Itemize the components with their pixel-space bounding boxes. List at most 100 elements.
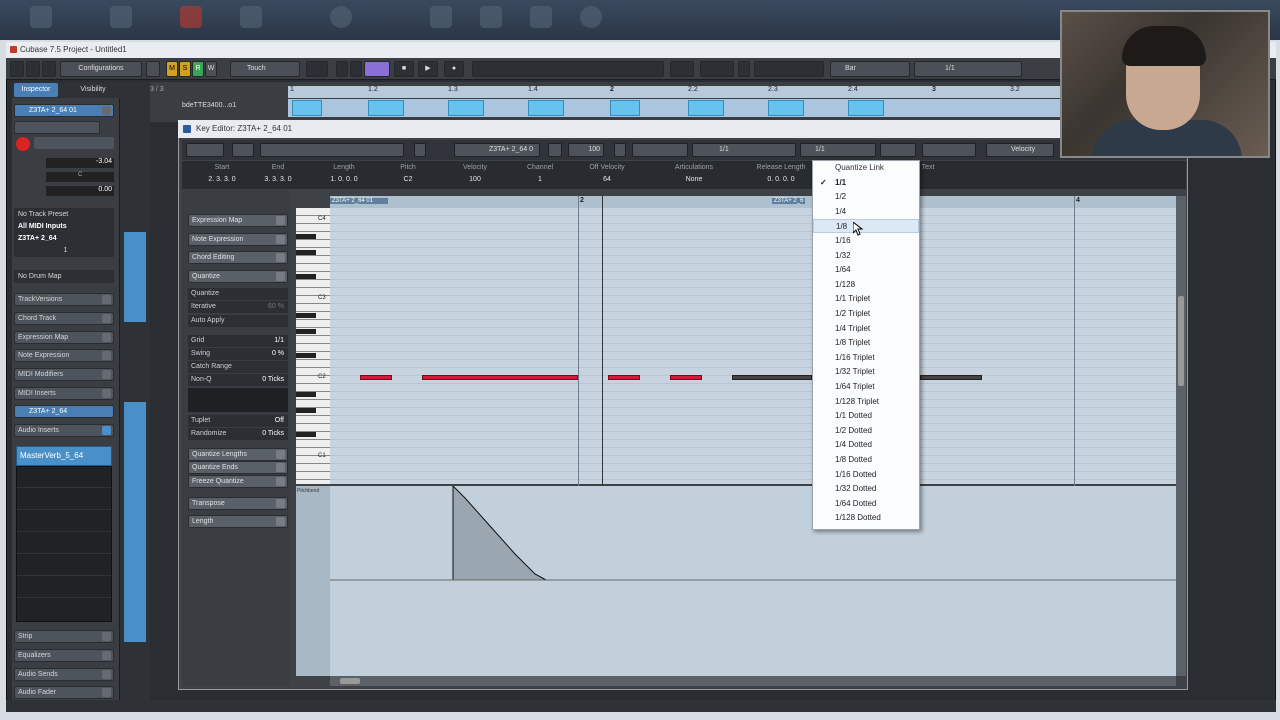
quantize-preset-select[interactable]: 1/1	[914, 61, 1022, 77]
section-transpose[interactable]: Transpose	[188, 497, 288, 510]
tab-inspector[interactable]: Inspector	[14, 83, 58, 97]
menu-item-1-32-triplet[interactable]: 1/32 Triplet	[813, 365, 919, 379]
automation-mode-select[interactable]: Touch	[230, 61, 300, 77]
midi-note[interactable]	[670, 375, 702, 380]
menu-item-1-16-triplet[interactable]: 1/16 Triplet	[813, 351, 919, 365]
desktop-app-icon[interactable]	[110, 6, 132, 28]
menu-item-1-32[interactable]: 1/32	[813, 249, 919, 263]
controller-lane-header[interactable]: Pitchbend	[296, 486, 330, 676]
menu-item-1-64-dotted[interactable]: 1/64 Dotted	[813, 497, 919, 511]
desktop-app-icon[interactable]	[530, 6, 552, 28]
section-midi-modifiers[interactable]: MIDI Modifiers	[14, 368, 114, 381]
menu-item-1-16[interactable]: 1/16	[813, 234, 919, 248]
snap-icon[interactable]	[614, 143, 626, 157]
toolbar-button[interactable]	[26, 61, 40, 77]
menu-item-1-1[interactable]: ✓ 1/1	[813, 176, 919, 190]
quantize-grid-display[interactable]	[188, 388, 288, 412]
quantize-param[interactable]: Quantize	[188, 288, 288, 300]
menu-item-1-8-dotted[interactable]: 1/8 Dotted	[813, 453, 919, 467]
swing-param[interactable]: Swing 0 %	[188, 348, 288, 360]
autoscroll-button[interactable]	[306, 61, 328, 77]
indicate-transpositions-icon[interactable]	[414, 143, 426, 157]
info-velocity[interactable]: Velocity 100	[452, 164, 498, 183]
grid-param[interactable]: Grid 1/1	[188, 335, 288, 347]
vertical-scrollbar[interactable]	[1176, 196, 1186, 676]
menu-item-1-4-triplet[interactable]: 1/4 Triplet	[813, 322, 919, 336]
key-editor-ruler[interactable]: Z3TA+ 2_64 01 2 Z3TA+ 2_6 4	[330, 196, 1176, 208]
auto-apply-param[interactable]: Auto Apply	[188, 315, 288, 327]
section-note-expression[interactable]: Note Expression	[188, 233, 288, 246]
midi-event[interactable]	[848, 100, 884, 116]
menu-item-1-2[interactable]: 1/2	[813, 190, 919, 204]
length-quantize-select[interactable]: 1/1	[800, 143, 876, 157]
pan-field[interactable]: C	[46, 172, 114, 182]
midi-event[interactable]	[292, 100, 322, 116]
desktop-app-icon[interactable]	[30, 6, 52, 28]
midi-channel-select[interactable]: 1	[14, 244, 114, 257]
quantize-lengths-button[interactable]: Quantize Lengths	[188, 448, 288, 461]
editor-view-buttons[interactable]	[186, 143, 224, 157]
info-text[interactable]: Text	[918, 164, 938, 176]
autoscroll-button[interactable]	[232, 143, 254, 157]
part-select[interactable]: Z3TA+ 2_64 0	[454, 143, 540, 157]
midi-part-lane[interactable]	[288, 99, 1060, 117]
track-controls-row[interactable]	[34, 137, 114, 149]
lock-icon[interactable]	[146, 61, 160, 77]
menu-item-1-4-dotted[interactable]: 1/4 Dotted	[813, 438, 919, 452]
read-button[interactable]: R	[192, 61, 204, 77]
tab-visibility[interactable]: Visibility	[68, 83, 118, 97]
menu-item-1-128-triplet[interactable]: 1/128 Triplet	[813, 395, 919, 409]
midi-event[interactable]	[368, 100, 404, 116]
desktop-app-icon[interactable]	[240, 6, 262, 28]
menu-item-1-1-dotted[interactable]: 1/1 Dotted	[813, 409, 919, 423]
snap-mode-button[interactable]	[670, 61, 694, 77]
project-ruler[interactable]: 1 1.2 1.3 1.4 2 2.2 2.3 2.4 3 3.2	[288, 86, 1060, 98]
midi-note-selected[interactable]	[920, 375, 982, 380]
midi-note[interactable]	[422, 375, 578, 380]
iterative-param[interactable]: Iterative 60 %	[188, 301, 288, 313]
info-end[interactable]: End 3. 3. 3. 0	[252, 164, 304, 183]
desktop-app-icon[interactable]	[180, 6, 202, 28]
desktop-app-icon[interactable]	[580, 6, 602, 28]
insert-slot-masterverb[interactable]: MasterVerb_5_64	[16, 446, 112, 466]
editor-extra-buttons[interactable]	[880, 143, 916, 157]
section-chord-track[interactable]: Chord Track	[14, 312, 114, 325]
stop-button[interactable]: ■	[394, 61, 414, 77]
info-pitch[interactable]: Pitch C2	[388, 164, 428, 183]
section-audio-sends[interactable]: Audio Sends	[14, 668, 114, 681]
non-q-param[interactable]: Non-Q 0 Ticks	[188, 374, 288, 386]
midi-event[interactable]	[768, 100, 804, 116]
controller-lane-select[interactable]: Velocity	[986, 143, 1054, 157]
section-length[interactable]: Length	[188, 515, 288, 528]
menu-item-1-64[interactable]: 1/64	[813, 263, 919, 277]
section-trackversions[interactable]: TrackVersions	[14, 293, 114, 306]
solo-button[interactable]: S	[179, 61, 191, 77]
midi-event[interactable]	[610, 100, 640, 116]
info-off-velocity[interactable]: Off Velocity 64	[580, 164, 634, 183]
desktop-app-icon[interactable]	[480, 6, 502, 28]
menu-item-1-128-dotted[interactable]: 1/128 Dotted	[813, 511, 919, 525]
midi-event[interactable]	[688, 100, 724, 116]
menu-item-1-8[interactable]: 1/8	[813, 219, 919, 234]
quantize-ends-button[interactable]: Quantize Ends	[188, 461, 288, 474]
configurations-button[interactable]: Configurations	[60, 61, 142, 77]
note-display-buttons[interactable]	[922, 143, 976, 157]
note-grid[interactable]	[330, 208, 1176, 484]
section-expression-map[interactable]: Expression Map	[188, 214, 288, 227]
menu-item-1-64-triplet[interactable]: 1/64 Triplet	[813, 380, 919, 394]
menu-item-quantize-link[interactable]: Quantize Link	[813, 161, 919, 175]
midi-note-selected[interactable]	[732, 375, 812, 380]
tool-buttons[interactable]	[472, 61, 664, 77]
midi-note[interactable]	[360, 375, 392, 380]
menu-item-1-8-triplet[interactable]: 1/8 Triplet	[813, 336, 919, 350]
catch-range-param[interactable]: Catch Range	[188, 361, 288, 373]
track-buttons-row[interactable]	[14, 121, 100, 134]
menu-item-1-2-dotted[interactable]: 1/2 Dotted	[813, 424, 919, 438]
horizontal-scrollbar[interactable]	[330, 676, 1176, 686]
record-button[interactable]: ●	[444, 61, 464, 77]
grid-type-select[interactable]: Bar	[830, 61, 910, 77]
midi-event[interactable]	[448, 100, 484, 116]
menu-item-1-4[interactable]: 1/4	[813, 205, 919, 219]
menu-item-1-1-triplet[interactable]: 1/1 Triplet	[813, 292, 919, 306]
grid-options[interactable]	[632, 143, 688, 157]
